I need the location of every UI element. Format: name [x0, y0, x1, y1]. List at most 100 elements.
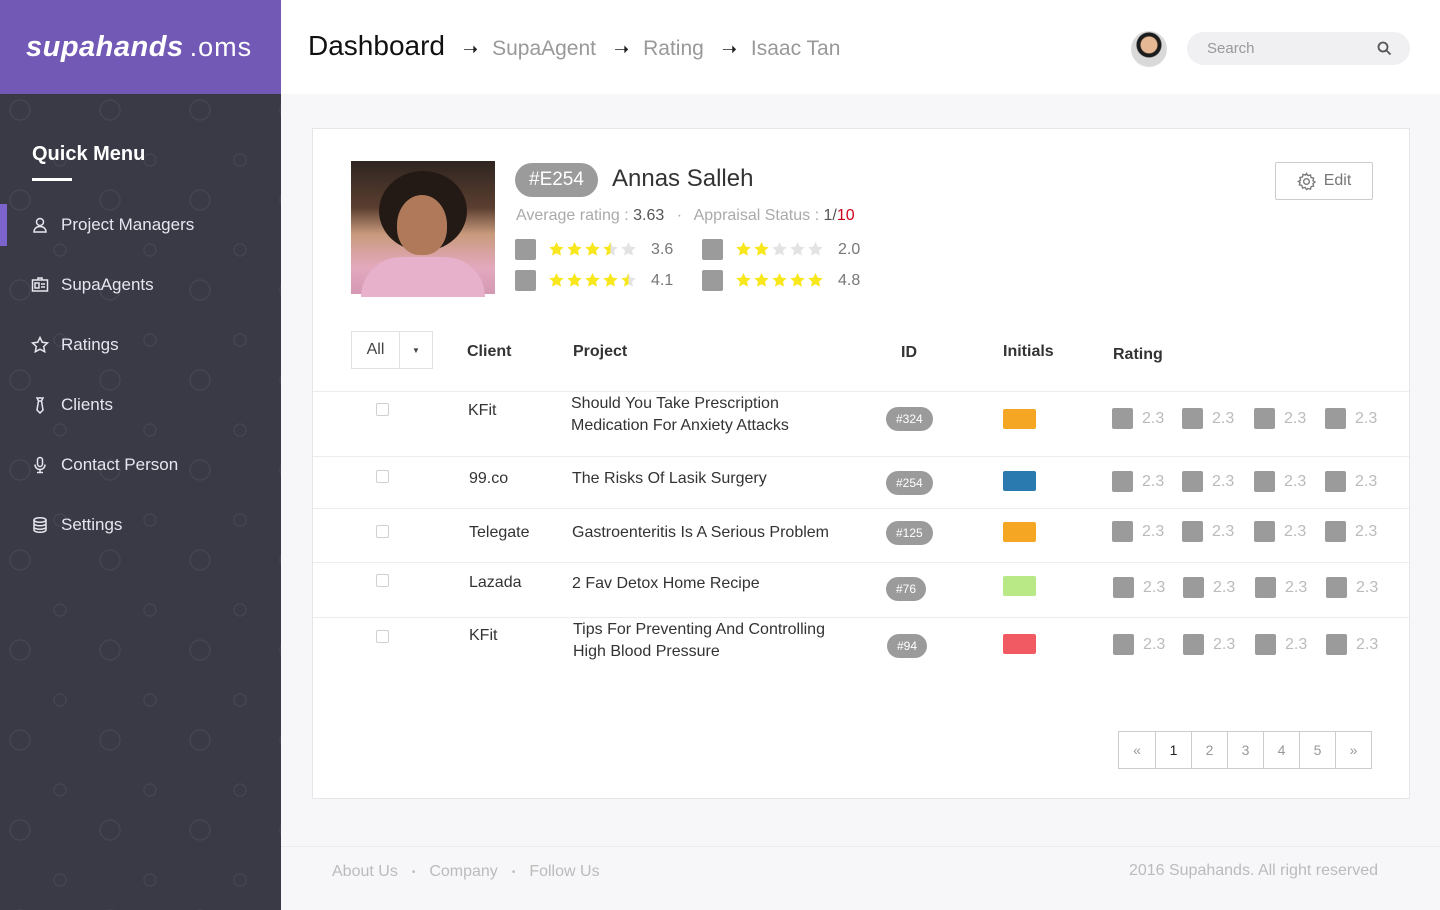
rating-value: 2.3: [1284, 472, 1307, 490]
employee-name: Annas Salleh: [612, 165, 754, 192]
star-empty-icon: [771, 241, 788, 258]
project-id-badge: #125: [886, 521, 933, 545]
quick-menu-title: Quick Menu: [32, 143, 146, 165]
star-full-icon: [771, 272, 788, 289]
pagination-next[interactable]: »: [1335, 732, 1371, 768]
column-header-rating[interactable]: Rating: [1113, 346, 1163, 364]
pagination-page-5[interactable]: 5: [1299, 732, 1335, 768]
search-input[interactable]: [1207, 40, 1372, 57]
project-line: Should You Take Prescription: [571, 395, 779, 412]
pagination-page-1[interactable]: 1: [1155, 732, 1191, 768]
row-checkbox[interactable]: [376, 403, 389, 416]
column-header-id[interactable]: ID: [901, 344, 917, 362]
row-rating: 2.3: [1325, 521, 1377, 542]
star-icon: [31, 336, 49, 354]
row-rating: 2.3: [1254, 408, 1306, 429]
filter-value: All: [352, 332, 400, 368]
column-header-initials[interactable]: Initials: [1003, 343, 1054, 361]
sidebar-item-clients[interactable]: Clients: [0, 384, 281, 426]
breadcrumb-supaagent[interactable]: SupaAgent: [492, 37, 596, 61]
rating-value: 2.3: [1213, 635, 1236, 653]
star-empty-icon: [789, 241, 806, 258]
pagination-page-2[interactable]: 2: [1191, 732, 1227, 768]
row-rating: 2.3: [1255, 634, 1307, 655]
project-id-badge: #324: [886, 407, 933, 431]
breadcrumb-dashboard[interactable]: Dashboard: [308, 30, 445, 62]
footer-link-about[interactable]: About Us: [332, 863, 398, 881]
meta-separator: ·: [676, 207, 683, 224]
pagination-page-4[interactable]: 4: [1263, 732, 1299, 768]
rating-value: 2.3: [1142, 522, 1165, 540]
project-id-badge: #254: [886, 471, 933, 495]
footer-link-company[interactable]: Company: [429, 863, 497, 881]
rating-value: 4.8: [838, 271, 861, 289]
rating-value: 2.3: [1212, 522, 1235, 540]
sidebar-item-contact-person[interactable]: Contact Person: [0, 444, 281, 486]
rating-category-swatch: [702, 270, 723, 291]
breadcrumb: Dashboard ➝ SupaAgent ➝ Rating ➝ Isaac T…: [308, 30, 840, 62]
cell-project[interactable]: The Risks Of Lasik Surgery: [572, 468, 767, 490]
row-checkbox[interactable]: [376, 574, 389, 587]
star-full-icon: [735, 272, 752, 289]
cell-project[interactable]: Gastroenteritis Is A Serious Problem: [572, 522, 829, 544]
cell-project[interactable]: Should You Take Prescription Medication …: [571, 393, 789, 437]
profile-photo: [351, 161, 495, 297]
row-checkbox[interactable]: [376, 470, 389, 483]
edit-button[interactable]: Edit: [1275, 162, 1373, 200]
breadcrumb-rating[interactable]: Rating: [643, 37, 704, 61]
project-line: The Risks Of Lasik Surgery: [572, 470, 767, 487]
row-checkbox[interactable]: [376, 525, 389, 538]
column-header-project[interactable]: Project: [573, 343, 627, 361]
star-rating: [735, 241, 825, 258]
rating-value: 2.3: [1143, 635, 1166, 653]
footer-link-follow[interactable]: Follow Us: [529, 863, 599, 881]
row-rating: 2.3: [1113, 634, 1165, 655]
profile-rating-1: 3.6: [515, 239, 673, 260]
rating-value: 2.3: [1285, 578, 1308, 596]
cell-client: KFit: [468, 402, 497, 419]
top-header: Dashboard ➝ SupaAgent ➝ Rating ➝ Isaac T…: [281, 0, 1440, 94]
rating-category-swatch: [515, 270, 536, 291]
star-rating: [735, 272, 825, 289]
sidebar-item-label: SupaAgents: [61, 275, 154, 294]
cell-project[interactable]: Tips For Preventing And Controlling High…: [573, 619, 825, 663]
project-line: 2 Fav Detox Home Recipe: [572, 575, 760, 592]
sidebar-item-supaagents[interactable]: SupaAgents: [0, 264, 281, 306]
sidebar-item-settings[interactable]: Settings: [0, 504, 281, 546]
table-row: Telegate Gastroenteritis Is A Serious Pr…: [313, 508, 1409, 562]
pagination-page-3[interactable]: 3: [1227, 732, 1263, 768]
footer-separator: •: [511, 866, 516, 878]
database-icon: [31, 516, 49, 534]
search-icon[interactable]: [1377, 41, 1392, 56]
rating-value: 2.3: [1356, 635, 1379, 653]
rating-value: 2.3: [1142, 472, 1165, 490]
rating-value: 2.3: [1142, 409, 1165, 427]
rating-value: 2.3: [1285, 635, 1308, 653]
rating-value: 2.0: [838, 240, 861, 258]
sidebar-item-project-managers[interactable]: Project Managers: [0, 204, 281, 246]
pagination: « 1 2 3 4 5 »: [1118, 731, 1372, 769]
footer: About Us • Company • Follow Us 2016 Supa…: [281, 846, 1440, 910]
cell-project[interactable]: 2 Fav Detox Home Recipe: [572, 573, 760, 595]
rating-value: 2.3: [1212, 409, 1235, 427]
sidebar-item-ratings[interactable]: Ratings: [0, 324, 281, 366]
star-empty-icon: [620, 241, 637, 258]
user-avatar[interactable]: [1131, 31, 1167, 67]
star-full-icon: [584, 241, 601, 258]
rating-value: 2.3: [1143, 578, 1166, 596]
rating-value: 3.6: [651, 240, 674, 258]
filter-dropdown[interactable]: All ▼: [351, 331, 433, 369]
row-rating: 2.3: [1254, 471, 1306, 492]
rating-value: 2.3: [1356, 578, 1379, 596]
pagination-prev[interactable]: «: [1119, 732, 1155, 768]
microphone-icon: [31, 456, 49, 474]
row-checkbox[interactable]: [376, 630, 389, 643]
copyright: 2016 Supahands. All right reserved: [1128, 862, 1378, 879]
project-id-badge: #76: [886, 577, 927, 601]
caret-down-icon[interactable]: ▼: [400, 332, 432, 368]
column-header-client[interactable]: Client: [467, 343, 511, 361]
row-rating: 2.3: [1325, 471, 1377, 492]
app-logo[interactable]: supahands .oms: [0, 0, 281, 94]
star-full-icon: [753, 272, 770, 289]
user-icon: [31, 216, 49, 234]
